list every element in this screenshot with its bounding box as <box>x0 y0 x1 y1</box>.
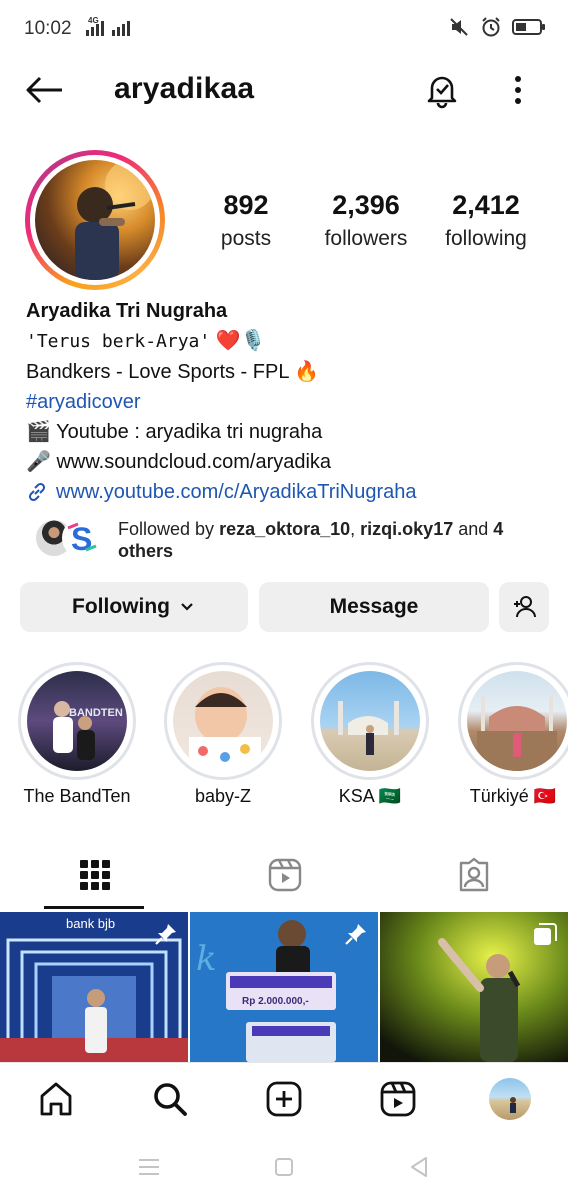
highlight-label: Türkiyé 🇹🇷 <box>469 786 557 806</box>
following-count-label: following <box>445 227 527 250</box>
signal-icon <box>112 18 130 36</box>
search-icon <box>154 1083 187 1116</box>
post-thumbnail[interactable]: bank bjb <box>0 912 188 1062</box>
profile-bio: Aryadika Tri Nugraha 'Terus berk-Arya' ❤… <box>26 296 546 507</box>
pin-icon <box>155 924 176 945</box>
highlight-the-bandten[interactable]: BANDTEN The BandTen <box>18 662 136 807</box>
bio-website-link[interactable]: www.youtube.com/c/AryadikaTriNugraha <box>26 477 546 507</box>
reels-icon <box>380 1081 416 1117</box>
highlight-label: baby-Z <box>194 786 252 806</box>
posts-grid: bank bjb Rp 2.000.000,- k <box>0 912 568 1062</box>
more-options-icon[interactable] <box>506 72 530 108</box>
network-indicator: 4G <box>86 16 130 36</box>
nav-profile[interactable] <box>488 1077 532 1121</box>
message-button[interactable]: Message <box>259 582 489 632</box>
bio-hashtag-link[interactable]: #aryadicover <box>26 387 546 417</box>
mutual-follower-avatar: S <box>62 518 102 558</box>
bottom-navigation <box>0 1062 568 1136</box>
create-icon <box>266 1081 302 1117</box>
nav-create[interactable] <box>262 1077 306 1121</box>
profile-avatar[interactable] <box>25 150 165 290</box>
post-thumbnail[interactable]: Rp 2.000.000,- k <box>190 912 378 1062</box>
suggest-people-button[interactable] <box>499 582 549 632</box>
profile-avatar <box>489 1078 531 1120</box>
tab-reels[interactable] <box>190 840 379 910</box>
profile-username: aryadikaa <box>114 72 255 105</box>
alarm-icon <box>482 17 500 37</box>
system-navigation-bar <box>0 1136 568 1200</box>
status-time: 10:02 <box>24 18 72 39</box>
bio-line-motto: 'Terus berk-Arya' ❤️🎙️ <box>26 330 266 352</box>
following-count-value: 2,412 <box>452 190 520 220</box>
highlight-label: The BandTen <box>23 786 131 806</box>
reels-icon <box>268 858 301 892</box>
battery-icon <box>512 19 545 35</box>
profile-header: aryadikaa <box>0 60 568 120</box>
bandten-sign-text: BANDTEN <box>69 707 123 719</box>
highlight-ksa[interactable]: KSA 🇸🇦 <box>311 662 429 807</box>
profile-content-tabs <box>0 840 568 910</box>
back-triangle-icon[interactable] <box>408 1156 430 1178</box>
highlight-cover: BANDTEN <box>27 671 127 771</box>
bio-soundcloud-line: 🎤 www.soundcloud.com/aryadika <box>26 451 332 473</box>
mute-icon <box>450 18 468 36</box>
posts-count-value: 892 <box>223 190 269 220</box>
chevron-down-icon <box>181 603 193 611</box>
tab-tagged[interactable] <box>379 840 568 910</box>
followers-count-label: followers <box>324 227 408 250</box>
add-person-icon <box>514 596 536 618</box>
bio-line-interests: Bandkers - Love Sports - FPL 🔥 <box>26 361 320 383</box>
following-button[interactable]: Following <box>20 582 248 632</box>
grid-icon <box>79 860 110 890</box>
back-arrow-icon[interactable] <box>24 74 64 106</box>
followers-count[interactable]: 2,396 followers <box>306 190 426 251</box>
network-type: 4G <box>88 16 99 25</box>
highlight-label: KSA 🇸🇦 <box>338 786 402 806</box>
followers-count-value: 2,396 <box>332 190 400 220</box>
highlight-turkiye[interactable]: Türkiyé 🇹🇷 <box>458 662 568 807</box>
post-overlay-text: bank bjb <box>66 916 115 931</box>
following-count[interactable]: 2,412 following <box>426 190 546 251</box>
svg-text:k: k <box>196 939 217 979</box>
profile-full-name: Aryadika Tri Nugraha <box>26 300 228 322</box>
highlight-baby-z[interactable]: baby-Z <box>164 662 282 807</box>
highlight-cover <box>320 671 420 771</box>
bio-youtube-line: 🎬 Youtube : aryadika tri nugraha <box>26 421 323 443</box>
multiple-posts-icon <box>534 923 557 945</box>
link-icon <box>28 482 46 502</box>
post-overlay-text: Rp 2.000.000,- <box>242 996 309 1007</box>
highlight-cover <box>467 671 567 771</box>
tagged-icon <box>459 857 488 892</box>
pin-icon <box>345 924 366 945</box>
profile-photo <box>35 160 155 280</box>
mutual-followers-text: Followed by reza_oktora_10, rizqi.oky17 … <box>118 519 504 561</box>
highlight-cover <box>173 671 273 771</box>
posts-count[interactable]: 892 posts <box>186 190 306 251</box>
mutual-followers[interactable]: S Followed by reza_oktora_10, rizqi.oky1… <box>34 516 544 562</box>
nav-home[interactable] <box>34 1077 78 1121</box>
menu-icon[interactable] <box>138 1158 160 1176</box>
nav-search[interactable] <box>148 1077 192 1121</box>
home-icon <box>40 1082 72 1116</box>
tab-posts-grid[interactable] <box>0 840 189 910</box>
notification-bell-icon[interactable] <box>422 70 462 110</box>
nav-reels[interactable] <box>376 1077 420 1121</box>
active-tab-indicator <box>44 906 144 909</box>
posts-count-label: posts <box>220 227 272 250</box>
post-thumbnail[interactable] <box>380 912 568 1062</box>
status-bar: 10:02 4G <box>0 0 568 56</box>
home-square-icon[interactable] <box>274 1157 294 1177</box>
